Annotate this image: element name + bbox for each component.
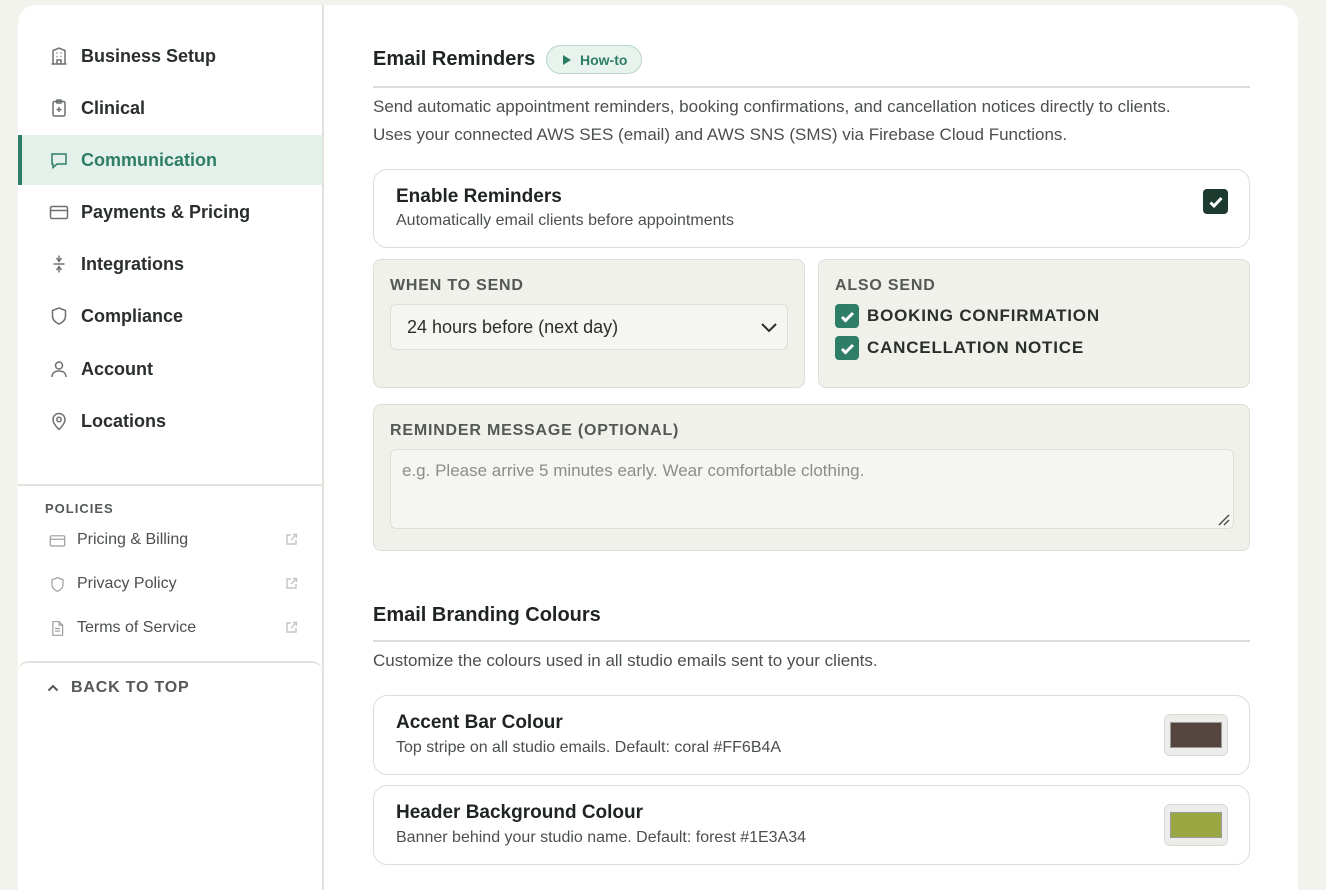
policy-link-label: Privacy Policy [77, 575, 177, 592]
back-to-top-label: BACK TO TOP [71, 679, 190, 696]
policy-link-privacy-policy[interactable]: Privacy Policy [48, 571, 298, 597]
checkmark-icon [840, 343, 854, 355]
sidebar-item-label: Communication [81, 149, 218, 170]
reminder-message-input[interactable]: e.g. Please arrive 5 minutes early. Wear… [390, 449, 1234, 529]
play-icon [563, 54, 571, 65]
plug-icon [48, 253, 70, 275]
checkmark-icon [840, 311, 854, 323]
also-send-label: ALSO SEND [835, 277, 936, 294]
header-background-colour-row: Header Background Colour Banner behind y… [373, 785, 1250, 865]
enable-reminders-subtitle: Automatically email clients before appoi… [396, 212, 734, 229]
branding-description: Customize the colours used in all studio… [373, 651, 878, 670]
chevron-down-icon [761, 323, 777, 333]
sidebar-item-label: Account [81, 358, 153, 379]
back-to-top-button[interactable]: BACK TO TOP [46, 679, 189, 697]
cancellation-notice-label: CANCELLATION NOTICE [867, 338, 1084, 357]
checkbox-checked [835, 336, 859, 360]
email-branding-title: Email Branding Colours [373, 604, 601, 626]
sidebar-item-communication[interactable]: Communication [18, 135, 322, 185]
external-link-icon [285, 621, 298, 634]
clipboard-icon [48, 97, 70, 119]
credit-card-icon [48, 201, 70, 223]
reminder-message-panel: REMINDER MESSAGE (OPTIONAL) e.g. Please … [373, 404, 1250, 551]
reminders-description: Send automatic appointment reminders, bo… [373, 93, 1171, 149]
policy-link-pricing-billing[interactable]: Pricing & Billing [48, 527, 298, 553]
settings-card: Business Setup Clinical Communication Pa… [18, 5, 1298, 890]
policy-link-label: Terms of Service [77, 619, 197, 636]
map-pin-icon [48, 410, 70, 432]
enable-reminders-title: Enable Reminders [396, 186, 562, 207]
policies-heading: POLICIES [45, 501, 114, 516]
sidebar-item-locations[interactable]: Locations [18, 396, 322, 446]
chat-icon [48, 149, 70, 171]
how-to-button[interactable]: How-to [546, 45, 643, 74]
header-background-colour-picker[interactable] [1164, 804, 1228, 846]
section-divider [373, 86, 1250, 88]
sidebar-item-label: Business Setup [81, 45, 217, 66]
sidebar-item-business-setup[interactable]: Business Setup [18, 31, 322, 81]
reminders-description-line: Uses your connected AWS SES (email) and … [373, 125, 1068, 144]
reminder-message-placeholder: e.g. Please arrive 5 minutes early. Wear… [402, 461, 865, 480]
resize-handle-icon[interactable] [1216, 511, 1230, 526]
when-to-send-panel: WHEN TO SEND 24 hours before (next day) [373, 259, 805, 388]
sidebar-item-label: Locations [81, 410, 167, 431]
external-link-icon [285, 533, 298, 546]
when-to-send-value: 24 hours before (next day) [407, 316, 619, 337]
sidebar-item-account[interactable]: Account [18, 344, 322, 394]
accent-bar-colour-title: Accent Bar Colour [396, 712, 563, 733]
credit-card-icon [48, 531, 66, 549]
shield-icon [48, 575, 66, 593]
email-reminders-title: Email Reminders [373, 48, 536, 70]
booking-confirmation-checkbox[interactable]: BOOKING CONFIRMATION [835, 304, 1100, 328]
policy-link-label: Pricing & Billing [77, 531, 189, 548]
colour-swatch [1170, 812, 1222, 838]
enable-reminders-row: Enable Reminders Automatically email cli… [373, 169, 1250, 248]
back-to-top-section: BACK TO TOP [18, 661, 322, 890]
reminder-message-label: REMINDER MESSAGE (OPTIONAL) [390, 422, 680, 439]
chevron-up-icon [47, 684, 59, 692]
building-icon [48, 45, 70, 67]
external-link-icon [285, 577, 298, 590]
sidebar-item-label: Clinical [81, 97, 146, 118]
header-background-colour-title: Header Background Colour [396, 802, 644, 823]
sidebar-divider [18, 484, 322, 486]
sidebar-item-compliance[interactable]: Compliance [18, 291, 322, 341]
sidebar-item-clinical[interactable]: Clinical [18, 83, 322, 133]
how-to-label: How-to [580, 51, 628, 68]
settings-main: Email Reminders How-to Send automatic ap… [373, 5, 1250, 890]
sidebar-item-payments-pricing[interactable]: Payments & Pricing [18, 187, 322, 237]
checkbox-checked [835, 304, 859, 328]
booking-confirmation-label: BOOKING CONFIRMATION [867, 306, 1100, 325]
checkmark-icon [1208, 196, 1223, 208]
sidebar-item-label: Integrations [81, 253, 185, 274]
policy-link-terms-of-service[interactable]: Terms of Service [48, 615, 298, 641]
accent-bar-colour-picker[interactable] [1164, 714, 1228, 756]
user-icon [48, 358, 70, 380]
colour-swatch [1170, 722, 1222, 748]
sidebar-item-label: Compliance [81, 305, 184, 326]
accent-bar-colour-row: Accent Bar Colour Top stripe on all stud… [373, 695, 1250, 775]
document-icon [48, 619, 66, 637]
also-send-panel: ALSO SEND BOOKING CONFIRMATION CANCELLAT… [818, 259, 1250, 388]
when-to-send-label: WHEN TO SEND [390, 277, 524, 294]
settings-sidebar: Business Setup Clinical Communication Pa… [18, 5, 324, 890]
when-to-send-select[interactable]: 24 hours before (next day) [390, 304, 788, 350]
accent-bar-colour-subtitle: Top stripe on all studio emails. Default… [396, 739, 782, 756]
enable-reminders-checkbox[interactable] [1203, 189, 1228, 214]
header-background-colour-subtitle: Banner behind your studio name. Default:… [396, 829, 807, 846]
cancellation-notice-checkbox[interactable]: CANCELLATION NOTICE [835, 336, 1084, 360]
section-divider [373, 640, 1250, 642]
reminders-description-line: Send automatic appointment reminders, bo… [373, 97, 1171, 116]
shield-icon [48, 305, 70, 327]
sidebar-item-label: Payments & Pricing [81, 201, 251, 222]
sidebar-item-integrations[interactable]: Integrations [18, 239, 322, 289]
